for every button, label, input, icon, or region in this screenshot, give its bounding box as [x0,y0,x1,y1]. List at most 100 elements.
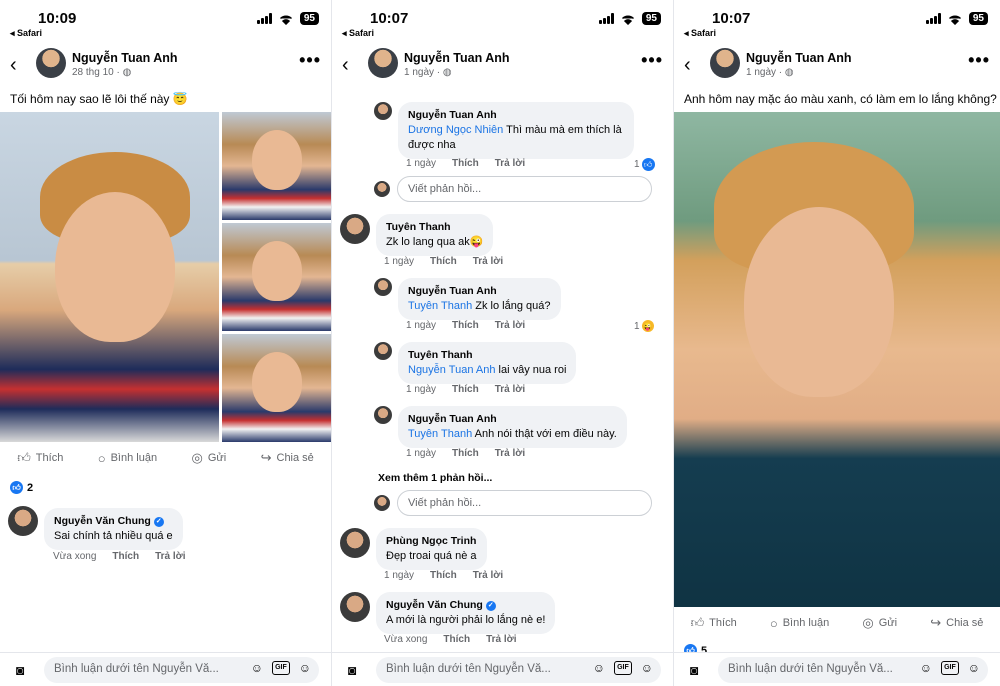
globe-icon: ◍ [122,67,132,78]
comment-like-link[interactable]: Thích [430,570,457,581]
reaction-summary[interactable]: 👍︎ 2 [10,481,33,494]
view-more-replies-link[interactable]: Xem thêm 1 phản hồi... [378,472,492,484]
wifi-icon [948,15,961,25]
author-name[interactable]: Nguyễn Tuan Anh [746,51,852,65]
mention-link[interactable]: Tuyên Thanh [408,300,472,312]
reaction-count[interactable]: 1 😜 [634,320,654,332]
more-icon[interactable]: ••• [968,50,990,71]
comment-reply-link[interactable]: Trả lời [495,158,525,169]
more-icon[interactable]: ••• [641,50,663,71]
signal-icon [598,13,614,24]
author-avatar[interactable] [36,48,66,78]
comment-reply-link[interactable]: Trả lời [495,384,525,395]
comment-button[interactable]: ○ Bình luận [770,616,829,631]
post-photo[interactable] [674,112,1000,607]
commenter-avatar[interactable] [374,102,392,120]
globe-icon: ◍ [784,67,794,78]
share-icon: ↪ [260,450,272,465]
back-arrow-icon[interactable]: ‹ [342,54,349,77]
comment-reply-link[interactable]: Trả lời [473,570,503,581]
comment-reply-link[interactable]: Trả lời [495,320,525,331]
comment-like-link[interactable]: Thích [452,448,479,459]
share-button[interactable]: ↪ Chia sẻ [261,450,314,466]
comment-bubble[interactable]: Nguyễn Văn Chung ✓ A mới là người phải lo… [376,592,556,634]
author-name[interactable]: Nguyễn Tuan Anh [404,51,510,65]
sticker-icon[interactable]: ☺︎ [251,661,263,675]
author-avatar[interactable] [710,48,740,78]
camera-icon[interactable]: ◙ [16,662,24,678]
comment-like-link[interactable]: Thích [112,551,139,562]
reaction-count[interactable]: 1 👍︎ [634,158,655,171]
gif-icon[interactable]: GIF [941,661,959,675]
comment-bubble[interactable]: Tuyên Thanh Zk lo lang qua ak😜 [376,214,494,256]
commenter-avatar[interactable] [8,506,38,536]
share-button[interactable]: ↪ Chia sẻ [930,615,983,631]
post-photo-thumb-1[interactable] [222,112,331,220]
send-button[interactable]: ◎ Gửi [862,615,897,631]
comment-bubble[interactable]: Nguyễn Tuan Anh Dương Ngọc Nhiên Thì màu… [398,102,634,159]
comment-reply-link[interactable]: Trả lời [486,634,516,645]
commenter-avatar[interactable] [340,214,370,244]
sticker-icon[interactable]: ☺︎ [593,661,605,675]
back-to-app-link[interactable]: ◂ Safari [684,28,716,39]
mention-link[interactable]: Tuyên Thanh [408,428,472,440]
back-arrow-icon[interactable]: ‹ [684,54,691,77]
post-photo-main[interactable] [0,112,219,442]
send-button[interactable]: ◎ Gửi [191,450,226,466]
post-panel-3: 10:07 ◂ Safari 95 ‹ Nguyễn Tuan Anh 1 ng… [673,0,1000,686]
back-to-app-link[interactable]: ◂ Safari [10,28,42,39]
mention-link[interactable]: Dương Ngọc Nhiên [408,124,503,136]
post-panel-1: 10:09 ◂ Safari 95 ‹ Nguyễn Tuan Anh 28 t… [0,0,331,686]
comment-button[interactable]: ○ Bình luận [98,451,157,466]
back-to-app-link[interactable]: ◂ Safari [342,28,374,39]
comment-like-link[interactable]: Thích [452,158,479,169]
camera-icon[interactable]: ◙ [348,662,356,678]
comment-bubble[interactable]: Tuyên Thanh Nguyễn Tuan Anh lai vây nua … [398,342,577,384]
commenter-avatar[interactable] [340,528,370,558]
comment-reply-link[interactable]: Trả lời [473,256,503,267]
comment-bubble[interactable]: Nguyễn Tuan Anh Tuyên Thanh Zk lo lắng q… [398,278,561,320]
comment-composer: ◙ Bình luận dưới tên Nguyễn Vă... ☺︎ GIF… [674,652,1000,686]
more-icon[interactable]: ••• [299,50,321,71]
post-photo-thumb-3[interactable] [222,334,331,442]
like-button[interactable]: 👍︎ Thích [691,615,737,631]
gif-icon[interactable]: GIF [272,661,290,675]
comment-like-link[interactable]: Thích [452,384,479,395]
post-time: 1 ngày · ◍ [746,67,794,78]
mention-link[interactable]: Nguyễn Tuan Anh [408,364,495,376]
comments-panel: 10:07 ◂ Safari 95 ‹ Nguyễn Tuan Anh 1 ng… [331,0,673,686]
like-button[interactable]: 👍︎ Thích [17,450,63,466]
like-reaction-icon: 👍︎ [641,158,655,171]
commenter-avatar[interactable] [374,278,392,296]
comment-reply-link[interactable]: Trả lời [155,551,185,562]
commenter-avatar[interactable] [374,406,392,424]
status-bar: 10:09 ◂ Safari 95 [0,10,331,39]
comment-item: Tuyên Thanh Zk lo lang qua ak😜 1 ngày Th… [340,214,660,272]
like-icon: 👍︎ [690,615,705,630]
comment-like-link[interactable]: Thích [452,320,479,331]
emoji-icon[interactable]: ☺ [968,661,980,675]
gif-icon[interactable]: GIF [614,661,632,675]
emoji-icon[interactable]: ☺ [641,661,653,675]
emoji-icon[interactable]: ☺ [299,661,311,675]
camera-icon[interactable]: ◙ [690,662,698,678]
comment-reply-link[interactable]: Trả lời [495,448,525,459]
comment-bubble[interactable]: Phùng Ngọc Trinh Đẹp troai quá nè a [376,528,487,570]
comment-bubble[interactable]: Nguyễn Văn Chung ✓ Sai chính tả nhiều quá… [44,508,183,550]
reply-input-2[interactable]: Viết phản hồi... [397,490,652,516]
author-avatar[interactable] [368,48,398,78]
comment-bubble[interactable]: Nguyễn Tuan Anh Tuyên Thanh Anh nói thật… [398,406,627,448]
commenter-avatar[interactable] [374,342,392,360]
post-photo-thumb-2[interactable] [222,223,331,331]
status-time: 10:07 [712,10,751,27]
battery-indicator: 95 [299,12,319,25]
sticker-icon[interactable]: ☺︎ [920,661,932,675]
comment-like-link[interactable]: Thích [443,634,470,645]
reply-input[interactable]: Viết phản hồi... [397,176,652,202]
commenter-avatar[interactable] [340,592,370,622]
comment-like-link[interactable]: Thích [430,256,457,267]
globe-icon: ◍ [442,67,452,78]
post-actions: 👍︎ Thích ○ Bình luận ◎ Gửi ↪ Chia sẻ [0,443,331,473]
back-arrow-icon[interactable]: ‹ [10,54,17,77]
author-name[interactable]: Nguyễn Tuan Anh [72,51,178,65]
